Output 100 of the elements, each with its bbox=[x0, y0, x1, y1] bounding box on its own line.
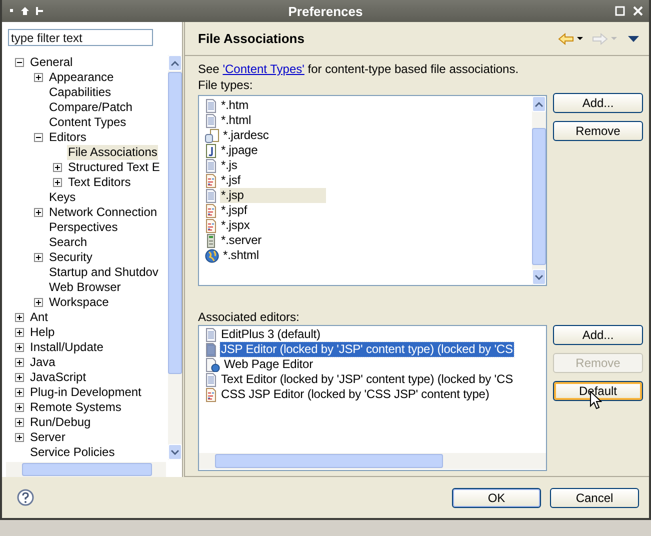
page-title: File Associations bbox=[198, 31, 304, 46]
globe-icon bbox=[205, 248, 219, 262]
editor-item[interactable]: Text Editor (locked by 'JSP' content type) (locked by 'CS bbox=[220, 372, 514, 387]
expand-toggle[interactable] bbox=[15, 373, 24, 382]
maximize-icon[interactable] bbox=[615, 6, 625, 16]
editor-item[interactable]: JSP Editor (locked by 'JSP' content type) (locked by 'CS bbox=[220, 342, 514, 357]
tree-item[interactable]: Perspectives bbox=[48, 220, 119, 235]
file-type-item[interactable]: *.server bbox=[220, 233, 263, 248]
list-button[interactable]: Add... bbox=[553, 93, 643, 113]
file-type-item[interactable]: *.jpage bbox=[220, 143, 259, 158]
tree-item[interactable]: Network Connection bbox=[48, 205, 158, 220]
list-button[interactable]: Default bbox=[553, 381, 643, 401]
window-title: Preferences bbox=[287, 4, 364, 18]
tree-item[interactable]: Editors bbox=[48, 130, 88, 145]
document-icon bbox=[205, 218, 217, 232]
tree-item[interactable]: Help bbox=[29, 325, 56, 340]
tree-item[interactable]: Search bbox=[48, 235, 88, 250]
caret-icon[interactable] bbox=[577, 36, 583, 40]
server-icon bbox=[205, 234, 217, 248]
vertical-scrollbar[interactable] bbox=[532, 96, 546, 285]
editor-item[interactable]: Web Page Editor bbox=[223, 357, 314, 372]
document-icon bbox=[205, 388, 217, 402]
scroll-down-icon[interactable] bbox=[535, 274, 543, 280]
expand-toggle[interactable] bbox=[34, 73, 43, 82]
document-icon bbox=[205, 372, 217, 386]
document-icon bbox=[205, 328, 217, 342]
expand-toggle[interactable] bbox=[15, 388, 24, 397]
tree-item[interactable]: Server bbox=[29, 430, 66, 445]
expand-toggle[interactable] bbox=[34, 208, 43, 217]
web-page-icon bbox=[205, 358, 220, 372]
expand-toggle[interactable] bbox=[15, 403, 24, 412]
file-type-item[interactable]: *.htm bbox=[220, 98, 250, 113]
expand-toggle[interactable] bbox=[15, 418, 24, 427]
tree-item[interactable]: Remote Systems bbox=[29, 400, 122, 415]
file-type-item[interactable]: *.jsf bbox=[220, 173, 242, 188]
document-icon bbox=[205, 342, 217, 356]
tree-item[interactable]: Web Browser bbox=[48, 280, 122, 295]
help-icon[interactable] bbox=[17, 489, 34, 506]
tree-item[interactable]: File Associations bbox=[67, 145, 158, 160]
expand-toggle[interactable] bbox=[15, 433, 24, 442]
tree-item[interactable]: Run/Debug bbox=[29, 415, 92, 430]
expand-toggle[interactable] bbox=[15, 328, 24, 337]
editor-item[interactable]: EditPlus 3 (default) bbox=[220, 327, 322, 342]
vertical-scrollbar[interactable] bbox=[168, 55, 182, 460]
tree-item[interactable]: Text Editors bbox=[67, 175, 132, 190]
section-label: File types: bbox=[198, 77, 253, 93]
filter-field[interactable]: type filter text bbox=[8, 29, 153, 46]
jar-icon bbox=[205, 128, 219, 142]
tree-item[interactable]: Ant bbox=[29, 310, 50, 325]
tree-item[interactable]: Keys bbox=[48, 190, 77, 205]
scroll-down-icon[interactable] bbox=[171, 450, 179, 454]
file-type-item[interactable]: *.html bbox=[220, 113, 252, 128]
file-type-item[interactable]: *.js bbox=[220, 158, 238, 173]
file-type-item[interactable]: *.jspf bbox=[220, 203, 248, 218]
file-type-item[interactable]: *.jspx bbox=[220, 218, 251, 233]
tree-item[interactable]: Capabilities bbox=[48, 85, 112, 100]
file-type-item[interactable]: *.jardesc bbox=[222, 128, 270, 143]
horizontal-scrollbar[interactable] bbox=[199, 453, 546, 469]
tree-item[interactable]: Appearance bbox=[48, 70, 115, 85]
tree-item[interactable]: Workspace bbox=[48, 295, 110, 310]
document-icon bbox=[205, 204, 217, 218]
expand-toggle[interactable] bbox=[15, 358, 24, 367]
document-icon bbox=[205, 188, 217, 202]
close-icon[interactable] bbox=[633, 6, 643, 16]
list-button[interactable]: Remove bbox=[553, 121, 643, 141]
expand-toggle[interactable] bbox=[53, 178, 62, 187]
tree-item[interactable]: General bbox=[29, 55, 74, 70]
content-types-link[interactable]: 'Content Types' bbox=[222, 62, 304, 76]
scroll-up-icon[interactable] bbox=[535, 102, 543, 106]
menu-icon[interactable] bbox=[628, 36, 639, 42]
expand-toggle[interactable] bbox=[15, 313, 24, 322]
tree-item[interactable]: Startup and Shutdov bbox=[48, 265, 160, 280]
section-label: Associated editors: bbox=[198, 309, 300, 325]
intro-text: See 'Content Types' for content-type based file associations. bbox=[198, 61, 520, 77]
dialog-button[interactable]: Cancel bbox=[550, 488, 639, 508]
tree-item[interactable]: Structured Text E bbox=[67, 160, 161, 175]
expand-toggle[interactable] bbox=[34, 133, 43, 142]
dialog-button[interactable]: OK bbox=[452, 488, 541, 508]
tree-item[interactable]: Service Policies bbox=[29, 445, 116, 460]
tree-item[interactable]: Compare/Patch bbox=[48, 100, 134, 115]
expand-toggle[interactable] bbox=[34, 298, 43, 307]
expand-toggle[interactable] bbox=[15, 58, 24, 67]
tree-item[interactable]: Content Types bbox=[48, 115, 128, 130]
tree-item[interactable]: JavaScript bbox=[29, 370, 88, 385]
file-type-item[interactable]: *.jsp bbox=[220, 188, 326, 203]
document-icon bbox=[205, 158, 217, 172]
document-icon bbox=[205, 114, 217, 128]
horizontal-scrollbar[interactable] bbox=[6, 462, 166, 477]
file-type-item[interactable]: *.shtml bbox=[222, 248, 260, 263]
tree-item[interactable]: Security bbox=[48, 250, 94, 265]
list-button[interactable]: Add... bbox=[553, 325, 643, 345]
document-icon bbox=[205, 174, 217, 188]
tree-item[interactable]: Plug-in Development bbox=[29, 385, 142, 400]
expand-toggle[interactable] bbox=[34, 253, 43, 262]
tree-item[interactable]: Install/Update bbox=[29, 340, 104, 355]
tree-item[interactable]: Java bbox=[29, 355, 56, 370]
expand-toggle[interactable] bbox=[15, 343, 24, 352]
scroll-up-icon[interactable] bbox=[171, 60, 179, 66]
expand-toggle[interactable] bbox=[53, 163, 62, 172]
editor-item[interactable]: CSS JSP Editor (locked by 'CSS JSP' content type) bbox=[220, 387, 490, 402]
